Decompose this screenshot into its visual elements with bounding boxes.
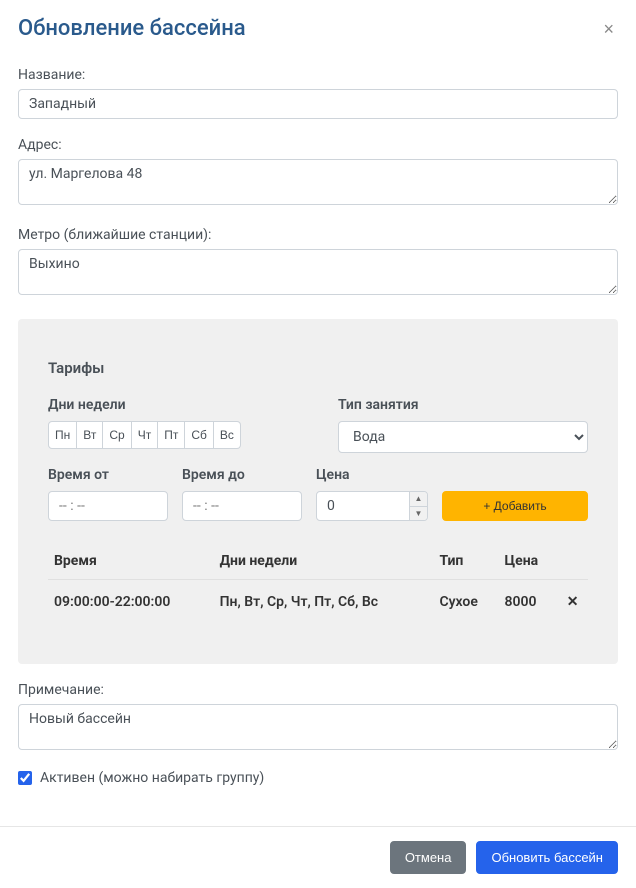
price-column: Цена ▲ ▼: [316, 467, 428, 521]
day-tue[interactable]: Вт: [77, 421, 103, 449]
time-from-column: Время от: [48, 467, 168, 521]
time-to-label: Время до: [182, 467, 302, 483]
day-thu[interactable]: Чт: [132, 421, 159, 449]
cell-type: Сухое: [433, 580, 498, 625]
day-sun[interactable]: Вс: [214, 421, 241, 449]
price-spinner: ▲ ▼: [409, 492, 427, 520]
table-header-row: Время Дни недели Тип Цена: [48, 543, 588, 580]
name-group: Название:: [18, 67, 618, 119]
type-column: Тип занятия Вода: [338, 397, 588, 453]
address-input[interactable]: [18, 159, 618, 205]
day-fri[interactable]: Пт: [158, 421, 185, 449]
modal: Обновление бассейна × Название: Адрес: М…: [0, 0, 636, 888]
metro-input[interactable]: [18, 249, 618, 295]
add-tariff-button[interactable]: + Добавить: [442, 491, 588, 521]
cell-price: 8000: [499, 580, 558, 625]
tariff-table: Время Дни недели Тип Цена 09:00:00-22:00…: [48, 543, 588, 624]
tariffs-row-bottom: Время от Время до Цена ▲ ▼: [48, 467, 588, 521]
th-type: Тип: [433, 543, 498, 580]
note-group: Примечание:: [18, 682, 618, 754]
day-mon[interactable]: Пн: [48, 421, 77, 449]
days-label: Дни недели: [48, 397, 320, 413]
close-icon: ✕: [567, 594, 579, 610]
note-input[interactable]: [18, 704, 618, 750]
tariffs-row-top: Дни недели Пн Вт Ср Чт Пт Сб Вс Тип заня…: [48, 397, 588, 453]
tariffs-title: Тарифы: [48, 359, 588, 377]
time-to-column: Время до: [182, 467, 302, 521]
add-column: + Добавить: [442, 491, 588, 521]
th-days: Дни недели: [214, 543, 434, 580]
cell-days: Пн, Вт, Ср, Чт, Пт, Сб, Вс: [214, 580, 434, 625]
address-group: Адрес:: [18, 137, 618, 209]
th-time: Время: [48, 543, 214, 580]
note-label: Примечание:: [18, 682, 618, 698]
price-label: Цена: [316, 467, 428, 483]
address-label: Адрес:: [18, 137, 618, 153]
active-row: Активен (можно набирать группу): [18, 770, 618, 786]
name-input[interactable]: [18, 89, 618, 119]
time-from-label: Время от: [48, 467, 168, 483]
price-step-up[interactable]: ▲: [410, 492, 427, 507]
type-select[interactable]: Вода: [338, 421, 588, 453]
time-to-input[interactable]: [182, 491, 302, 521]
metro-label: Метро (ближайшие станции):: [18, 227, 618, 243]
delete-row-button[interactable]: ✕: [557, 580, 588, 625]
price-step-down[interactable]: ▼: [410, 507, 427, 521]
modal-body: Название: Адрес: Метро (ближайшие станци…: [0, 67, 636, 806]
name-label: Название:: [18, 67, 618, 83]
modal-header: Обновление бассейна ×: [0, 0, 636, 49]
th-actions: [557, 543, 588, 580]
modal-footer: Отмена Обновить бассейн: [0, 826, 636, 888]
active-checkbox[interactable]: [18, 771, 32, 785]
close-button[interactable]: ×: [599, 20, 618, 38]
cell-time: 09:00:00-22:00:00: [48, 580, 214, 625]
submit-button[interactable]: Обновить бассейн: [476, 841, 618, 874]
days-column: Дни недели Пн Вт Ср Чт Пт Сб Вс: [48, 397, 320, 453]
day-wed[interactable]: Ср: [103, 421, 131, 449]
days-button-group: Пн Вт Ср Чт Пт Сб Вс: [48, 421, 320, 449]
cancel-button[interactable]: Отмена: [390, 841, 467, 874]
modal-title: Обновление бассейна: [18, 16, 246, 41]
time-from-input[interactable]: [48, 491, 168, 521]
tariffs-section: Тарифы Дни недели Пн Вт Ср Чт Пт Сб Вс: [18, 319, 618, 664]
th-price: Цена: [499, 543, 558, 580]
type-label: Тип занятия: [338, 397, 588, 413]
metro-group: Метро (ближайшие станции):: [18, 227, 618, 299]
day-sat[interactable]: Сб: [185, 421, 214, 449]
active-label: Активен (можно набирать группу): [40, 770, 264, 786]
table-row: 09:00:00-22:00:00 Пн, Вт, Ср, Чт, Пт, Сб…: [48, 580, 588, 625]
